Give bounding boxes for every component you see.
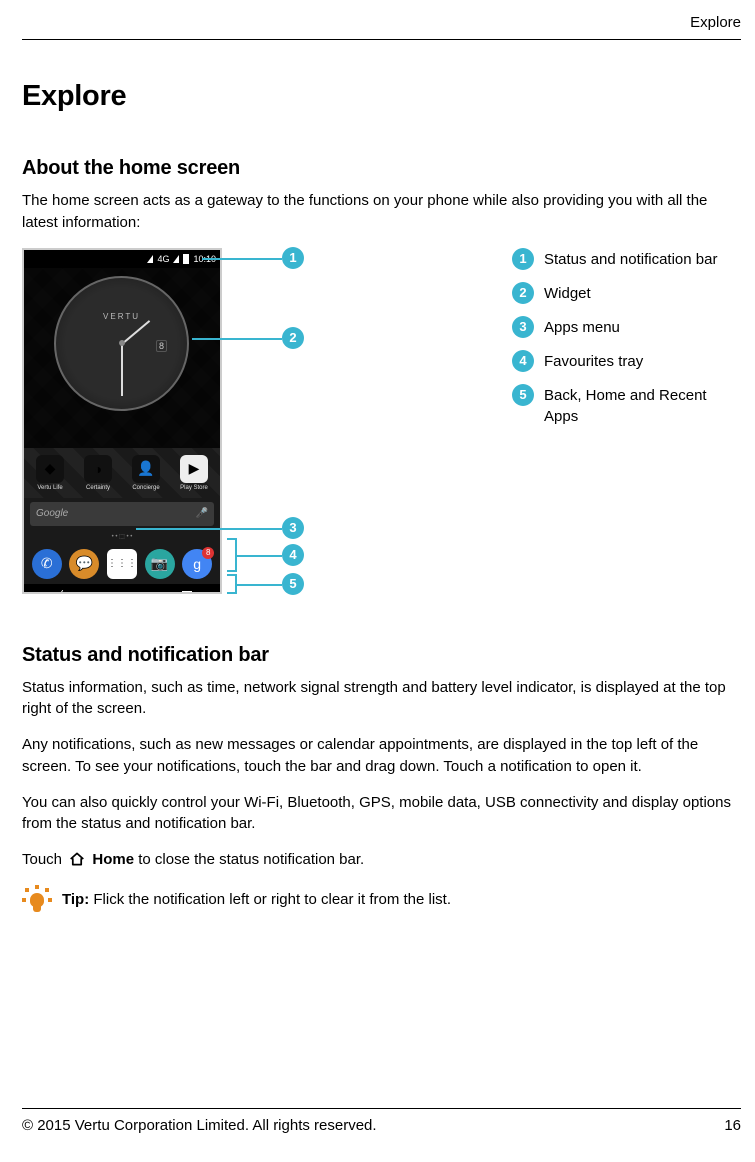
phone-status-bar: 4G 10:10 xyxy=(24,250,220,268)
touch-pre: Touch xyxy=(22,851,66,868)
app-certainty: ◑Certainty xyxy=(77,455,119,491)
page-indicator: • • ⬚ • • xyxy=(24,530,220,544)
app-playstore: ▶Play Store xyxy=(173,455,215,491)
homescreen-figure: 4G 10:10 VERTU 8 ◆Vertu Life ◑Certainty … xyxy=(22,248,741,616)
search-brand: Google xyxy=(36,508,68,519)
touch-post: to close the status notification bar. xyxy=(138,851,364,868)
battery-icon xyxy=(183,254,189,264)
status-4g: 4G xyxy=(157,254,169,264)
page-footer: © 2015 Vertu Corporation Limited. All ri… xyxy=(22,1108,741,1134)
status-heading: Status and notification bar xyxy=(22,644,741,667)
legend-num-1: 1 xyxy=(512,248,534,270)
tip-body: Flick the notification left or right to … xyxy=(89,891,451,908)
signal-icon-2 xyxy=(173,255,179,263)
legend-item-5: 5 Back, Home and Recent Apps xyxy=(512,384,742,427)
legend-item-4: 4 Favourites tray xyxy=(512,350,742,372)
legend-num-5: 5 xyxy=(512,384,534,406)
legend-item-1: 1 Status and notification bar xyxy=(512,248,742,270)
hour-hand xyxy=(121,320,150,345)
search-bar: Google 🎤 xyxy=(30,502,214,526)
widget-area: VERTU 8 xyxy=(24,268,220,448)
nav-recent-icon xyxy=(182,591,192,594)
legend-item-2: 2 Widget xyxy=(512,282,742,304)
nav-home-icon: ⌂ xyxy=(119,589,126,594)
callout-4: 4 xyxy=(282,544,304,566)
status-touch-home: Touch Home to close the status notificat… xyxy=(22,849,741,871)
status-p3: You can also quickly control your Wi-Fi,… xyxy=(22,792,741,836)
callout-2: 2 xyxy=(282,327,304,349)
legend-text-1: Status and notification bar xyxy=(544,248,717,270)
fav-apps-icon: ⋮⋮⋮ xyxy=(107,549,137,579)
bracket-4 xyxy=(227,538,237,572)
legend-num-2: 2 xyxy=(512,282,534,304)
legend-text-2: Widget xyxy=(544,282,591,304)
home-label: Home xyxy=(92,851,134,868)
bracket-5 xyxy=(227,574,237,594)
fav-phone-icon: ✆ xyxy=(32,549,62,579)
clock-widget: VERTU 8 xyxy=(54,276,189,411)
pointer-4-line xyxy=(237,555,282,557)
mic-icon: 🎤 xyxy=(196,508,208,519)
watch-date: 8 xyxy=(156,340,167,352)
callout-1: 1 xyxy=(282,247,304,269)
about-intro: The home screen acts as a gateway to the… xyxy=(22,190,741,234)
tip-label: Tip: xyxy=(62,891,89,908)
fav-messages-icon: 💬 xyxy=(69,549,99,579)
tip-text: Tip: Flick the notification left or righ… xyxy=(62,891,451,908)
pointer-1-line xyxy=(202,258,282,260)
watch-brand: VERTU xyxy=(56,312,187,321)
callout-5: 5 xyxy=(282,573,304,595)
legend-num-4: 4 xyxy=(512,350,534,372)
callout-3: 3 xyxy=(282,517,304,539)
fav-google-icon: g xyxy=(182,549,212,579)
footer-rule xyxy=(22,1108,741,1109)
page-number: 16 xyxy=(724,1117,741,1134)
legend-num-3: 3 xyxy=(512,316,534,338)
minute-hand xyxy=(121,344,123,396)
about-heading: About the home screen xyxy=(22,157,741,180)
pointer-2-line xyxy=(192,338,282,340)
legend-text-4: Favourites tray xyxy=(544,350,643,372)
legend-item-3: 3 Apps menu xyxy=(512,316,742,338)
status-p1: Status information, such as time, networ… xyxy=(22,677,741,721)
copyright: © 2015 Vertu Corporation Limited. All ri… xyxy=(22,1117,377,1134)
signal-icon xyxy=(147,255,153,263)
pointer-5-line xyxy=(237,584,282,586)
fav-camera-icon: 📷 xyxy=(145,549,175,579)
running-header: Explore xyxy=(22,14,741,31)
page-title: Explore xyxy=(22,80,741,113)
app-concierge: 👤Concierge xyxy=(125,455,167,491)
nav-back-icon: 〈 xyxy=(52,587,64,594)
tip-bulb-icon xyxy=(22,885,52,915)
app-vertulife: ◆Vertu Life xyxy=(29,455,71,491)
legend-text-3: Apps menu xyxy=(544,316,620,338)
tip-row: Tip: Flick the notification left or righ… xyxy=(22,885,741,915)
app-rail: ◆Vertu Life ◑Certainty 👤Concierge ▶Play … xyxy=(24,448,220,498)
legend-text-5: Back, Home and Recent Apps xyxy=(544,384,742,427)
figure-legend: 1 Status and notification bar 2 Widget 3… xyxy=(512,248,742,439)
nav-bar: 〈 ⌂ xyxy=(24,584,220,594)
pointer-3-line xyxy=(136,528,282,530)
home-icon xyxy=(68,852,86,866)
status-p2: Any notifications, such as new messages … xyxy=(22,734,741,778)
favourites-tray: ✆ 💬 ⋮⋮⋮ 📷 g xyxy=(24,544,220,584)
phone-mockup: 4G 10:10 VERTU 8 ◆Vertu Life ◑Certainty … xyxy=(22,248,222,594)
header-rule xyxy=(22,39,741,40)
